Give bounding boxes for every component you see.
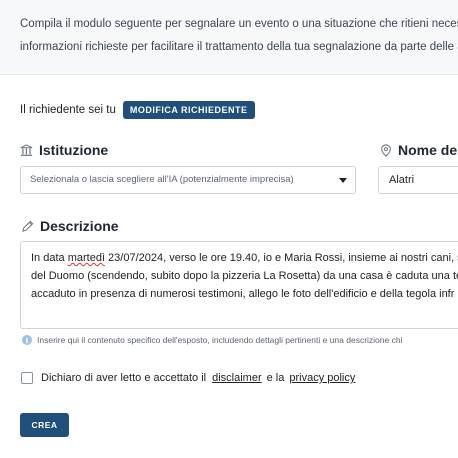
comune-title: Nome del <box>380 142 458 158</box>
location-pin-icon <box>381 143 391 157</box>
consent-checkbox[interactable] <box>21 372 33 384</box>
consent-row: Dichiaro di aver letto e accettato il di… <box>21 372 355 384</box>
description-line1: In data martedì 23/07/2024, verso le ore… <box>31 252 458 264</box>
description-title: Descrizione <box>21 218 119 234</box>
intro-panel: Compila il modulo seguente per segnalare… <box>0 0 458 75</box>
intro-text-line2: informazioni richieste per facilitare il… <box>20 41 458 53</box>
institution-select[interactable]: Selezionala o lascia scegliere all'IA (p… <box>20 166 356 194</box>
description-hint-text: Inserire qui il contenuto specifico dell… <box>37 335 403 345</box>
pencil-icon <box>22 220 34 232</box>
description-line2: del Duomo (scendendo, subito dopo la piz… <box>31 270 458 282</box>
edit-requester-button[interactable]: MODIFICA RICHIEDENTE <box>122 101 255 119</box>
comune-title-text: Nome del <box>398 142 458 158</box>
institution-select-placeholder: Selezionala o lascia scegliere all'IA (p… <box>30 174 294 185</box>
requester-label: Il richiedente sei tu <box>20 104 116 116</box>
institution-title-text: Istituzione <box>39 142 109 158</box>
institution-title: Istituzione <box>20 142 108 158</box>
institution-icon <box>20 143 33 156</box>
intro-text-line1: Compila il modulo seguente per segnalare… <box>20 18 458 30</box>
comune-value: Alatri <box>389 174 415 186</box>
chevron-down-icon <box>339 178 347 183</box>
consent-text: Dichiaro di aver letto e accettato il <box>41 372 207 384</box>
description-line3: accaduto in presenza di numerosi testimo… <box>31 288 455 300</box>
description-hint: i Inserire qui il contenuto specifico de… <box>22 335 402 345</box>
privacy-policy-link[interactable]: privacy policy <box>289 372 355 384</box>
comune-input[interactable]: Alatri <box>378 166 458 194</box>
disclaimer-link[interactable]: disclaimer <box>212 372 262 384</box>
description-textarea[interactable]: In data martedì 23/07/2024, verso le ore… <box>20 241 458 329</box>
requester-row: Il richiedente sei tu MODIFICA RICHIEDEN… <box>20 101 255 119</box>
description-title-text: Descrizione <box>40 218 119 234</box>
info-icon: i <box>22 335 32 345</box>
create-button[interactable]: CREA <box>20 413 69 437</box>
consent-conjunction: e la <box>266 372 285 384</box>
